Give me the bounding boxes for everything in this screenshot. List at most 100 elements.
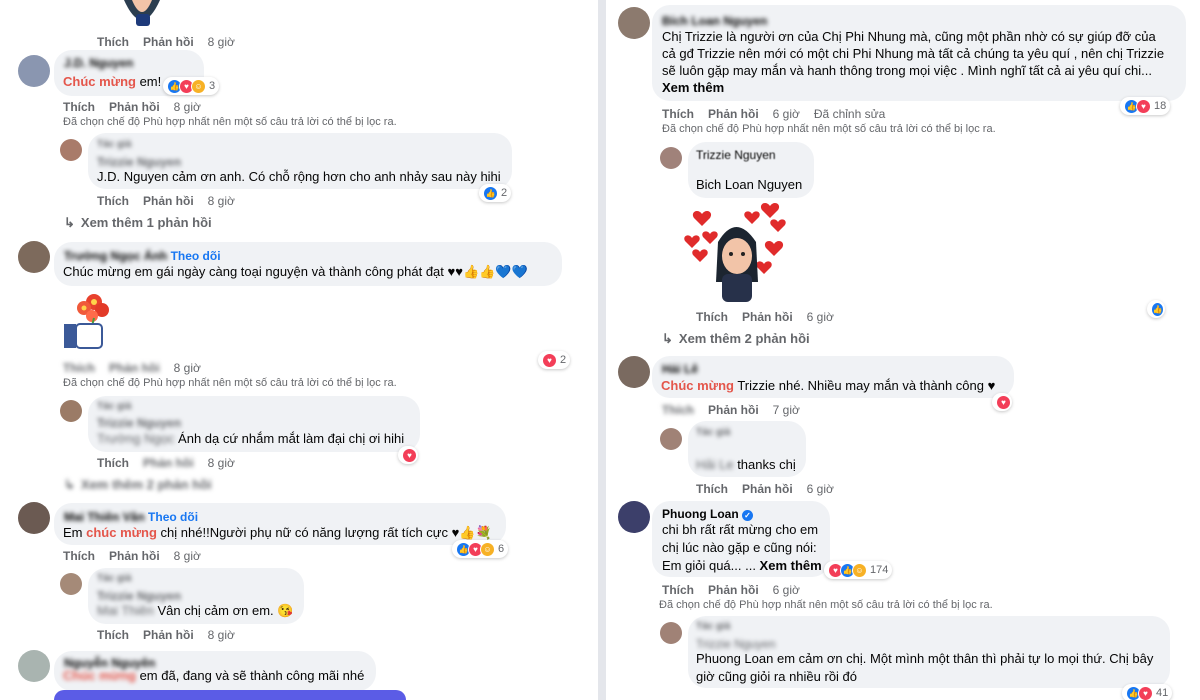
commenter-name[interactable]: Bích Loan Nguyen: [662, 14, 767, 28]
like-link[interactable]: Thích: [696, 310, 728, 324]
reply-link[interactable]: Phản hồi: [742, 310, 793, 324]
filter-notice: Đã chọn chế độ Phù hợp nhất nên một số c…: [63, 377, 397, 389]
reply-link[interactable]: Phản hồi: [109, 361, 160, 375]
like-link[interactable]: Thích: [97, 628, 129, 642]
commenter-name[interactable]: Trường Ngọc Ánh: [64, 249, 167, 263]
avatar[interactable]: [660, 428, 682, 450]
heart-icon: ♥: [996, 394, 1011, 410]
compose-bar[interactable]: [54, 690, 406, 700]
comment-text: Chúc mừng em đã, đang và sẽ thành công m…: [63, 668, 365, 683]
reply-text: Hải Le thanks chị: [696, 457, 796, 472]
reaction-badge[interactable]: ♥ 👍 ☺ 174: [824, 561, 893, 579]
avatar[interactable]: [18, 502, 50, 534]
avatar[interactable]: [60, 139, 82, 161]
heart-icon: ♥: [402, 447, 417, 463]
like-link[interactable]: Thích: [662, 403, 694, 417]
view-more-replies[interactable]: ↳ Xem thêm 2 phản hồi: [64, 477, 212, 493]
avatar[interactable]: [18, 55, 50, 87]
like-icon: 👍: [483, 185, 498, 201]
comment-text: Chúc mừng em gái ngày càng toại nguyện v…: [63, 264, 528, 279]
care-icon: ☺: [191, 78, 206, 94]
reply-link[interactable]: Phản hồi: [708, 107, 759, 121]
avatar[interactable]: [60, 573, 82, 595]
reaction-badge[interactable]: 👍 ♥ 18: [1120, 97, 1171, 115]
commenter-name[interactable]: Hải Lê: [662, 362, 698, 376]
reaction-badge[interactable]: 👍: [1147, 300, 1165, 318]
like-link[interactable]: Thích: [696, 482, 728, 496]
reply-author-name[interactable]: Trizzie Nguyen: [696, 637, 776, 651]
commenter-name[interactable]: Phuong Loan ✓: [662, 507, 753, 521]
like-link[interactable]: Thích: [63, 361, 95, 375]
like-link[interactable]: Thích: [63, 549, 95, 563]
sticker-avatar-partial: [118, 0, 166, 28]
reaction-badge[interactable]: ♥ 2: [538, 351, 571, 369]
view-more-replies[interactable]: ↳ Xem thêm 2 phản hồi: [662, 331, 810, 347]
like-link[interactable]: Thích: [97, 456, 129, 470]
follow-link[interactable]: Theo dõi: [171, 249, 221, 263]
commenter-name[interactable]: Mai Thiên Vân: [64, 510, 145, 524]
reply-actions: Thích Phản hồi 8 giờ: [97, 628, 249, 642]
reaction-badge[interactable]: 👍 2: [479, 184, 512, 202]
avatar[interactable]: [618, 356, 650, 388]
filter-notice: Đã chọn chế độ Phù hợp nhất nên một số c…: [662, 123, 996, 135]
like-link[interactable]: Thích: [97, 35, 129, 49]
sticker-hearts-avatar: [684, 198, 794, 304]
top-actions: Thích Phản hồi 8 giờ: [97, 35, 249, 49]
reply-link[interactable]: Phản hồi: [143, 194, 194, 208]
like-link[interactable]: Thích: [63, 100, 95, 114]
reaction-badge[interactable]: 👍 ♥ ☺ 6: [452, 540, 509, 558]
reply-link[interactable]: Phản hồi: [708, 403, 759, 417]
view-more-replies[interactable]: ↳ Xem thêm 1 phản hồi: [64, 215, 212, 231]
timestamp: 6 giờ: [806, 310, 834, 324]
reply-actions: Thích Phản hồi 6 giờ: [696, 482, 848, 496]
reply-author-name[interactable]: Trizzie Nguyen: [97, 416, 181, 430]
reply-link[interactable]: Phản hồi: [143, 35, 194, 49]
filter-notice: Đã chọn chế độ Phù hợp nhất nên một số c…: [659, 599, 993, 611]
reply-link[interactable]: Phản hồi: [109, 549, 160, 563]
reaction-badge[interactable]: ♥: [992, 393, 1012, 411]
avatar[interactable]: [18, 650, 50, 682]
reply-author-name[interactable]: Trizzie Nguyen: [696, 148, 776, 162]
reaction-badge[interactable]: 👍 ♥ ☺ 3: [163, 77, 220, 95]
right-comment-panel: Bích Loan Nguyen Chị Trizzie là người ơn…: [606, 0, 1200, 700]
reply-author-name[interactable]: Trizzie Nguyen: [97, 155, 181, 169]
comment-text-line: Em giỏi quá... ... Xem thêm: [662, 558, 822, 573]
timestamp: 8 giờ: [207, 35, 235, 49]
avatar[interactable]: [660, 147, 682, 169]
comment-actions: Thích Phản hồi 8 giờ: [63, 100, 215, 114]
reaction-badge[interactable]: 👍 ♥ 41: [1122, 684, 1173, 700]
comment-text: Chúc mừng Trizzie nhé. Nhiều may mắn và …: [661, 378, 996, 393]
left-comment-panel: Thích Phản hồi 8 giờ J.D. Nguyen Chúc mừng…: [0, 0, 598, 700]
avatar[interactable]: [60, 400, 82, 422]
like-link[interactable]: Thích: [97, 194, 129, 208]
timestamp: 6 giờ: [806, 482, 834, 496]
commenter-name[interactable]: J.D. Nguyen: [64, 56, 133, 70]
avatar[interactable]: [618, 501, 650, 533]
reply-link[interactable]: Phản hồi: [143, 456, 194, 470]
author-badge: Tác giả: [696, 427, 731, 438]
reply-author-name[interactable]: Trizzie Nguyen: [97, 589, 181, 603]
heart-icon: ♥: [1136, 98, 1151, 114]
reply-link[interactable]: Phản hồi: [708, 583, 759, 597]
see-more-link[interactable]: Xem thêm: [756, 558, 822, 573]
see-more-link[interactable]: Xem thêm: [662, 80, 724, 95]
comment-text-line: chi bh rất rất mừng cho em: [662, 522, 819, 537]
panel-divider: [598, 0, 606, 700]
like-link[interactable]: Thích: [662, 583, 694, 597]
reaction-badge[interactable]: ♥: [398, 446, 418, 464]
timestamp: 8 giờ: [207, 194, 235, 208]
author-badge: Tác giả: [696, 621, 731, 632]
follow-link[interactable]: Theo dõi: [148, 510, 198, 524]
reply-link[interactable]: Phản hồi: [742, 482, 793, 496]
avatar[interactable]: [660, 622, 682, 644]
comment-text-line: chị lúc nào gặp e cũng nói:: [662, 540, 817, 555]
avatar[interactable]: [18, 241, 50, 273]
timestamp: 8 giờ: [207, 456, 235, 470]
avatar[interactable]: [618, 7, 650, 39]
like-link[interactable]: Thích: [662, 107, 694, 121]
comment-actions: Thích Phản hồi 8 giờ: [63, 361, 215, 375]
comment-actions: Thích Phản hồi 6 giờ Đã chỉnh sửa: [662, 107, 899, 121]
reply-link[interactable]: Phản hồi: [143, 628, 194, 642]
reply-link[interactable]: Phản hồi: [109, 100, 160, 114]
like-icon: 👍: [1151, 301, 1164, 317]
